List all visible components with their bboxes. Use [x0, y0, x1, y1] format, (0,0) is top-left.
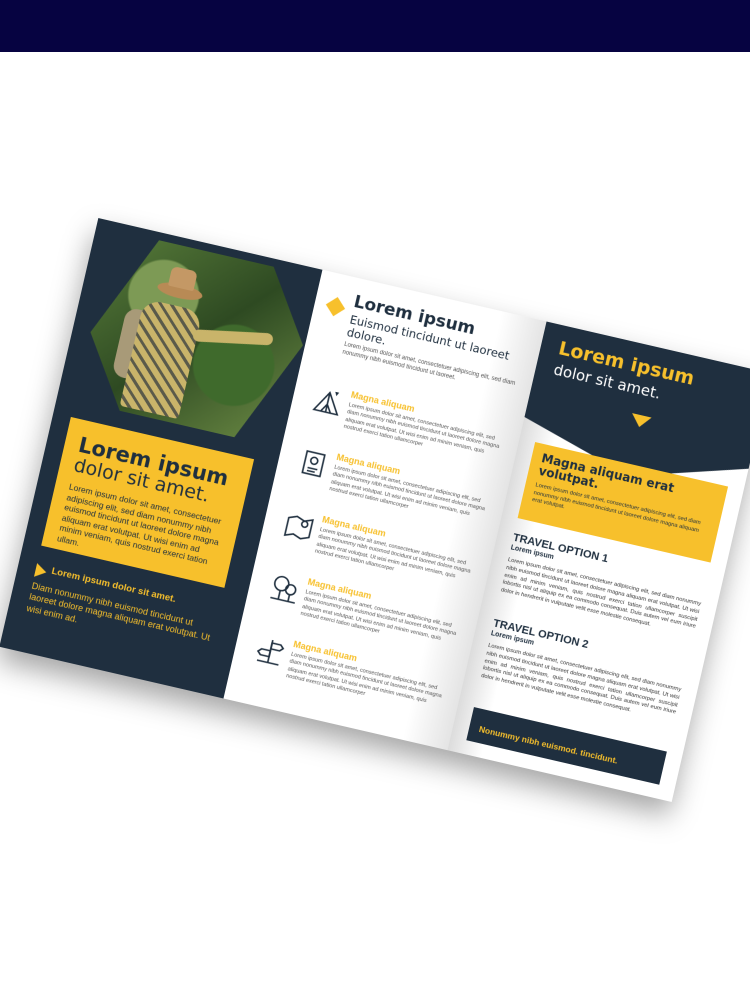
- map-pin-icon: [283, 515, 314, 540]
- top-bar: [0, 0, 750, 52]
- trifold-brochure: Lorem ipsum dolor sit amet. Lorem ipsum …: [0, 218, 750, 802]
- panel2-header: Lorem ipsum Euismod tincidunt ut laoreet…: [341, 292, 528, 397]
- trees-icon: [270, 575, 297, 604]
- pointing-arm-shape: [193, 329, 274, 345]
- feature-text: Lorem ipsum dolor sit amet, consectetuer…: [343, 402, 500, 455]
- triangle-marker-icon: [33, 563, 48, 580]
- footer-text: Nonummy nibh euismod. tincidunt.: [478, 723, 619, 766]
- map-book-icon: [301, 450, 326, 478]
- traveler-photo: [75, 230, 319, 448]
- signpost-icon: [256, 639, 285, 666]
- travel-option: TRAVEL OPTION 2 Lorem ipsum Lorem ipsum …: [480, 617, 688, 725]
- diamond-accent-icon: [325, 297, 346, 317]
- footer-banner: Nonummy nibh euismod. tincidunt.: [466, 707, 667, 785]
- intro-box: Lorem ipsum dolor sit amet. Lorem ipsum …: [41, 416, 255, 588]
- tent-icon: [312, 391, 340, 416]
